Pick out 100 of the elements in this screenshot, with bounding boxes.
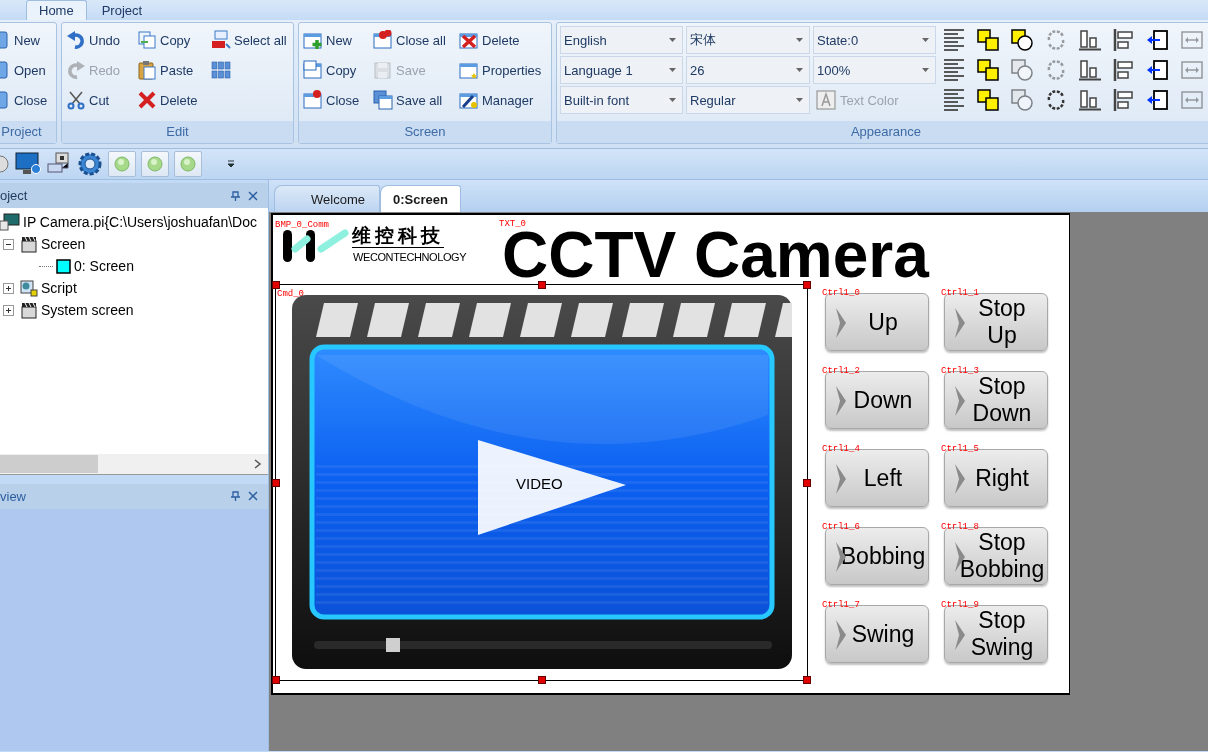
window-properties-icon bbox=[459, 60, 479, 80]
align-bars-icon[interactable] bbox=[1078, 28, 1102, 52]
ribbon-button[interactable]: Select all bbox=[211, 25, 289, 55]
ribbon-button[interactable]: Copy bbox=[137, 25, 209, 55]
selection-handle[interactable] bbox=[537, 281, 546, 289]
expand-icon[interactable] bbox=[3, 282, 14, 294]
delete-icon bbox=[459, 30, 479, 50]
windows-close-icon bbox=[373, 30, 393, 50]
tree-item[interactable]: 0: Screen bbox=[74, 258, 134, 274]
caret-icon bbox=[796, 68, 803, 72]
copy-icon bbox=[137, 30, 157, 50]
close-icon[interactable] bbox=[248, 491, 258, 501]
logo-english-text: WECONTECHNOLOGY bbox=[353, 251, 467, 263]
pin-icon[interactable] bbox=[231, 491, 240, 501]
tree-item[interactable]: IP Camera.pi{C:\Users\joshuafan\Doc bbox=[23, 214, 257, 230]
ribbon-button[interactable]: New bbox=[303, 25, 371, 55]
tree-item[interactable]: Script bbox=[41, 280, 77, 296]
align-left-icon[interactable] bbox=[1112, 88, 1136, 112]
group-title: Edit bbox=[62, 121, 293, 143]
caret-icon bbox=[669, 38, 676, 42]
scissors-icon bbox=[66, 90, 86, 110]
ribbon-button[interactable]: Open bbox=[0, 55, 52, 85]
dropdown[interactable]: 100% bbox=[813, 56, 936, 84]
align-lines-icon[interactable] bbox=[942, 88, 966, 112]
dropdown-arrow-icon[interactable] bbox=[227, 160, 235, 168]
selection-handle[interactable] bbox=[803, 676, 811, 684]
dropdown[interactable]: Regular bbox=[686, 86, 810, 114]
dropdown[interactable]: 26 bbox=[686, 56, 810, 84]
group-title: Project bbox=[0, 121, 56, 143]
indicator-light-icon bbox=[114, 156, 130, 172]
layer-shapes-icon[interactable] bbox=[1010, 28, 1034, 52]
selection-handle[interactable] bbox=[537, 676, 546, 684]
panel-title: view bbox=[0, 488, 26, 504]
indicator-light-icon bbox=[147, 156, 163, 172]
ribbon-tab[interactable]: Home bbox=[26, 0, 87, 20]
ribbon-button[interactable]: Manager bbox=[459, 85, 547, 115]
close-icon[interactable] bbox=[248, 190, 258, 201]
ribbon-button[interactable]: Close bbox=[303, 85, 371, 115]
align-left-icon[interactable] bbox=[1112, 28, 1136, 52]
redo-icon bbox=[66, 60, 86, 80]
selection-handle[interactable] bbox=[272, 478, 280, 487]
document-tab[interactable]: Welcome bbox=[274, 185, 380, 212]
layer-squares-icon[interactable] bbox=[976, 28, 1000, 52]
arrow-box-icon[interactable] bbox=[1146, 28, 1170, 52]
undo-icon bbox=[66, 30, 86, 50]
arrow-box-icon[interactable] bbox=[1146, 88, 1170, 112]
monitor-icon[interactable] bbox=[15, 152, 41, 176]
clipboard-icon bbox=[137, 60, 157, 80]
ribbon-button[interactable]: Save all bbox=[373, 85, 457, 115]
ribbon-button[interactable]: Paste bbox=[137, 55, 209, 85]
ribbon-button[interactable]: Copy bbox=[303, 55, 371, 85]
computer-icon[interactable] bbox=[46, 152, 72, 176]
group-title: Appearance bbox=[557, 121, 1208, 143]
ribbon-button[interactable]: Close bbox=[0, 85, 52, 115]
selection-handle[interactable] bbox=[272, 676, 280, 684]
script-icon bbox=[20, 279, 38, 297]
ribbon-button[interactable]: Delete bbox=[137, 85, 209, 115]
selection-handle[interactable] bbox=[803, 478, 811, 487]
align-bars-icon[interactable] bbox=[1078, 88, 1102, 112]
align-lines-icon[interactable] bbox=[942, 28, 966, 52]
ribbon-button[interactable]: Cut bbox=[66, 85, 135, 115]
ribbon-button[interactable]: Close all bbox=[373, 25, 457, 55]
selection-handle[interactable] bbox=[803, 281, 811, 289]
caret-icon bbox=[922, 38, 929, 42]
tree-item[interactable]: System screen bbox=[41, 302, 134, 318]
ribbon-button[interactable]: Properties bbox=[459, 55, 547, 85]
project-icon bbox=[0, 213, 20, 231]
grid-icon bbox=[211, 60, 231, 80]
window-plus-icon bbox=[303, 30, 323, 50]
layer-squares-icon[interactable] bbox=[976, 58, 1000, 82]
group-title: Screen bbox=[299, 121, 551, 143]
save-all-icon bbox=[373, 90, 393, 110]
screen-title: CCTV Camera bbox=[502, 231, 929, 279]
arrow-box-icon[interactable] bbox=[1146, 58, 1170, 82]
layer-squares-icon[interactable] bbox=[976, 88, 1000, 112]
settings-icon[interactable] bbox=[77, 151, 103, 177]
dropdown[interactable]: State:0 bbox=[813, 26, 936, 54]
document-tab[interactable]: 0:Screen bbox=[379, 185, 461, 212]
ribbon-button[interactable]: Delete bbox=[459, 25, 547, 55]
tree-item[interactable]: Screen bbox=[41, 236, 86, 252]
align-left-icon[interactable] bbox=[1112, 58, 1136, 82]
caret-icon bbox=[669, 68, 676, 72]
align-lines-icon[interactable] bbox=[942, 58, 966, 82]
dropdown[interactable]: 宋体 bbox=[686, 26, 810, 54]
clapperboard-icon bbox=[20, 301, 38, 319]
dropdown[interactable]: English bbox=[560, 26, 683, 54]
ribbon-button[interactable]: New bbox=[0, 25, 52, 55]
expand-icon[interactable] bbox=[3, 304, 14, 316]
collapse-icon[interactable] bbox=[3, 238, 14, 250]
horizontal-scrollbar[interactable] bbox=[0, 453, 268, 475]
scroll-right-icon[interactable] bbox=[254, 458, 262, 469]
pin-icon[interactable] bbox=[231, 190, 240, 201]
ribbon-tab[interactable]: Project bbox=[88, 0, 156, 20]
align-bars-icon[interactable] bbox=[1078, 58, 1102, 82]
screen-icon bbox=[56, 258, 71, 274]
selection-handle[interactable] bbox=[272, 281, 280, 289]
dropdown[interactable]: Built-in font bbox=[560, 86, 683, 114]
ribbon-button[interactable]: Undo bbox=[66, 25, 135, 55]
dropdown[interactable]: Language 1 bbox=[560, 56, 683, 84]
select-all-icon bbox=[211, 30, 231, 50]
